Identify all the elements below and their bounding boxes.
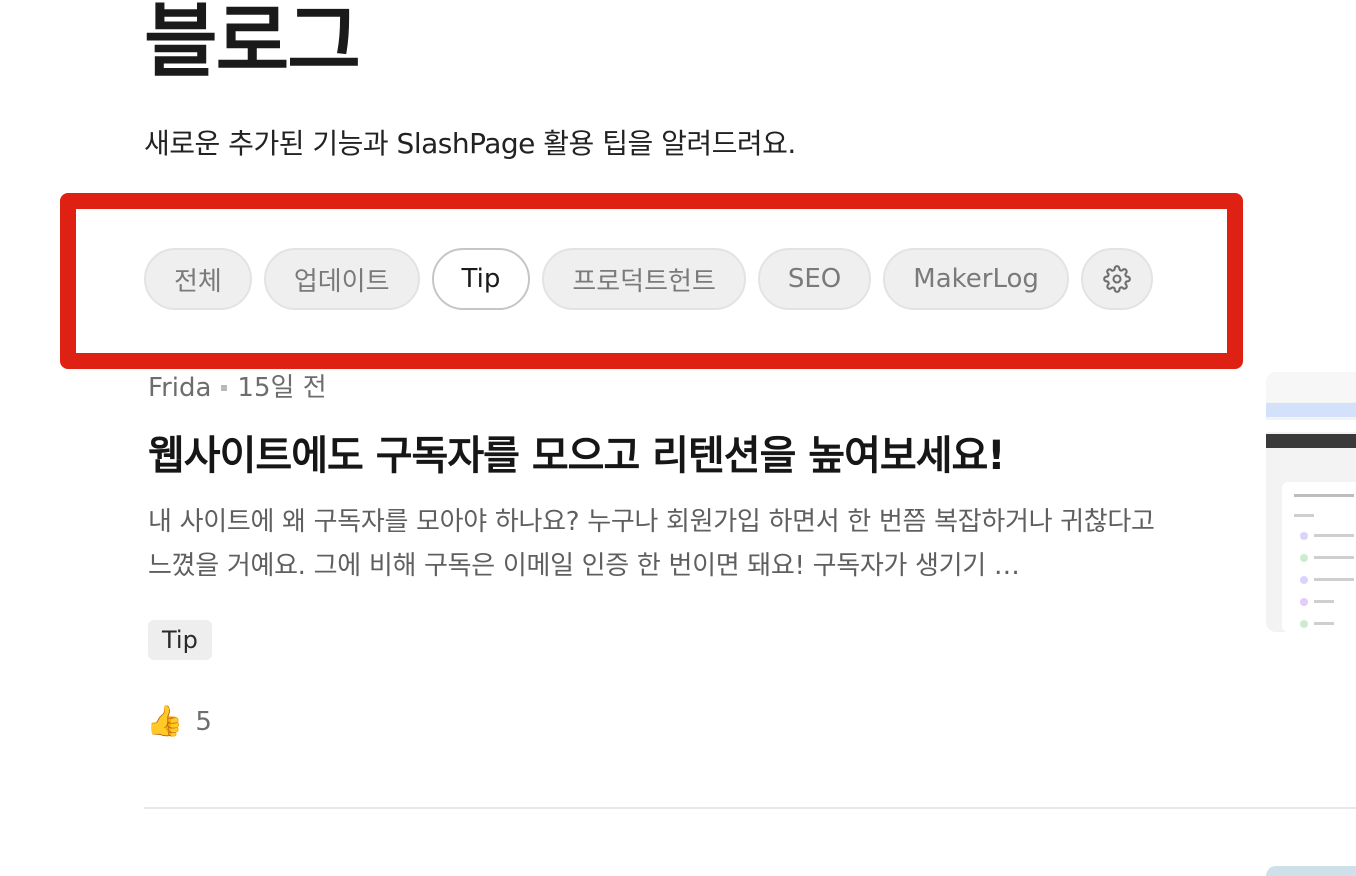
post-thumbnail[interactable] — [1266, 372, 1356, 632]
post-reactions[interactable]: 👍 5 — [146, 704, 212, 739]
meta-separator — [221, 385, 228, 391]
post-author[interactable]: Frida — [148, 370, 211, 406]
page-title: 블로그 — [144, 0, 361, 88]
blog-page: 블로그 새로운 추가된 기능과 SlashPage 활용 팁을 알려드려요. 전… — [0, 0, 1356, 876]
page-subtitle: 새로운 추가된 기능과 SlashPage 활용 팁을 알려드려요. — [144, 127, 796, 160]
post-time: 15일 전 — [237, 373, 327, 403]
post-tag[interactable]: Tip — [148, 620, 212, 660]
thumbs-up-icon: 👍 — [146, 704, 184, 739]
filter-chip-seo[interactable]: SEO — [757, 248, 872, 310]
next-post-thumbnail[interactable] — [1266, 866, 1356, 876]
filter-chip-tip[interactable]: Tip — [431, 248, 531, 310]
filter-settings-button[interactable] — [1080, 248, 1153, 310]
post-title[interactable]: 웹사이트에도 구독자를 모으고 리텐션을 높여보세요! — [148, 430, 1006, 482]
category-filter-bar: 전체 업데이트 Tip 프로덕트헌트 SEO MakerLog — [144, 248, 1153, 310]
filter-chip-producthunt[interactable]: 프로덕트헌트 — [542, 248, 746, 310]
filter-chip-all[interactable]: 전체 — [144, 248, 252, 310]
post-excerpt[interactable]: 내 사이트에 왜 구독자를 모아야 하나요? 누구나 회원가입 하면서 한 번쯤… — [148, 500, 1178, 588]
post-divider — [144, 807, 1356, 809]
filter-chip-makerlog[interactable]: MakerLog — [883, 248, 1069, 310]
filter-chip-update[interactable]: 업데이트 — [263, 248, 420, 310]
gear-icon — [1103, 265, 1131, 293]
like-count: 5 — [195, 706, 212, 737]
post-meta: Frida 15일 전 — [148, 370, 327, 406]
